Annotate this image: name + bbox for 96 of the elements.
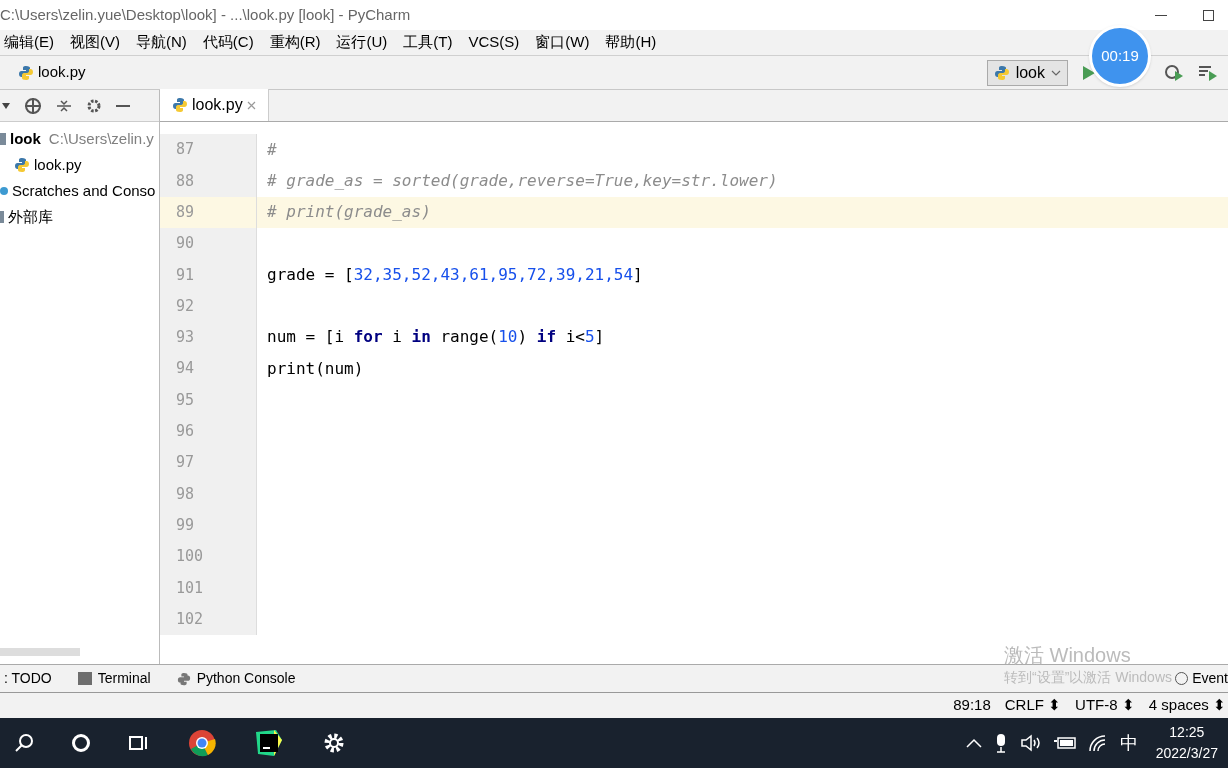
line-number: 92 (176, 295, 195, 317)
tree-item-path: C:\Users\zelin.y (48, 128, 154, 149)
wifi-icon[interactable] (1087, 734, 1108, 752)
code-token: i (391, 326, 403, 349)
line-number: 89 (176, 202, 195, 223)
code-token: ] (633, 263, 643, 286)
clock-time[interactable]: 12:25 (1169, 722, 1205, 743)
input-method-indicator[interactable]: 中 (1119, 729, 1138, 757)
restore-icon[interactable] (1203, 9, 1214, 21)
code-token: # (267, 138, 277, 161)
search-icon[interactable] (14, 733, 34, 753)
code-token: ) (517, 326, 529, 349)
code-token: for (353, 326, 383, 349)
breadcrumb-item[interactable]: look.py (38, 61, 86, 84)
task-view-icon[interactable] (128, 733, 150, 753)
line-number: 99 (176, 514, 195, 536)
status-item[interactable]: UTF-8 ⬍ (1075, 694, 1135, 717)
menu-item[interactable]: 窗口(W) (531, 31, 594, 54)
tree-item[interactable]: look (10, 127, 41, 151)
code-token: i< (564, 326, 585, 349)
line-number: 102 (176, 608, 204, 630)
line-number: 96 (176, 421, 195, 443)
tree-item[interactable]: Scratches and Conso (12, 179, 156, 203)
line-number: 94 (176, 358, 195, 380)
activation-title: 激活 Windows (1004, 643, 1132, 667)
line-number: 91 (176, 264, 195, 286)
line-number: 90 (176, 233, 195, 255)
menu-item[interactable]: 帮助(H) (601, 31, 661, 54)
code-token: num = [i (267, 326, 346, 349)
tree-item[interactable]: 外部库 (8, 205, 53, 229)
run-icon[interactable] (1082, 64, 1096, 81)
scratches-icon (0, 187, 8, 195)
code-token: print(num) (267, 357, 364, 380)
settings-icon[interactable] (86, 97, 102, 114)
pycharm-icon[interactable] (254, 728, 284, 758)
collapse-icon[interactable] (56, 97, 72, 114)
code-token: grade = [ (267, 263, 354, 286)
window-title: C:\Users\zelin.yue\Desktop\look] - ...\look.py [look] - PyCharm (0, 4, 411, 25)
run-list-icon[interactable] (1198, 63, 1218, 82)
status-item[interactable]: 4 spaces ⬍ (1148, 694, 1226, 717)
line-number: 87 (176, 139, 195, 161)
python-file-icon (172, 97, 188, 113)
code-token: in (411, 326, 431, 349)
tool-window-button[interactable]: Terminal (73, 668, 173, 689)
profile-icon[interactable] (1164, 63, 1184, 82)
menu-item[interactable]: 导航(N) (132, 31, 191, 54)
menu-item[interactable]: 编辑(E) (0, 31, 58, 54)
speaker-icon[interactable] (1019, 734, 1042, 752)
chrome-icon[interactable] (188, 729, 216, 757)
chevron-up-icon[interactable] (965, 738, 982, 748)
menu-item[interactable]: VCS(S) (464, 31, 524, 54)
clock-date[interactable]: 2022/3/27 (1155, 743, 1218, 764)
menu-item[interactable]: 工具(T) (399, 31, 457, 54)
hide-icon[interactable] (116, 104, 130, 107)
event-log-button[interactable]: Event (1192, 668, 1228, 689)
code-token: 10 (498, 326, 518, 349)
code-token: 5 (584, 326, 595, 349)
status-item[interactable]: CRLF ⬍ (1004, 694, 1062, 717)
tree-item[interactable]: look.py (34, 153, 82, 177)
close-icon[interactable] (246, 100, 256, 110)
editor-tab[interactable]: look.py (160, 89, 269, 121)
timer-bubble: 00:19 (1089, 25, 1151, 87)
run-config-dropdown[interactable]: look (986, 59, 1068, 86)
line-number: 93 (176, 327, 195, 349)
code-token: if (536, 326, 556, 349)
terminal-icon (77, 672, 92, 685)
code-token: 32,35,52,43,61,95,72,39,21,54 (353, 263, 634, 286)
line-number: 100 (176, 546, 204, 568)
tool-window-button[interactable]: : TODO (0, 668, 74, 689)
menu-item[interactable]: 运行(U) (332, 31, 392, 54)
cortana-icon[interactable] (72, 734, 90, 752)
code-token: # print(grade_as) (267, 201, 431, 224)
python-file-icon (14, 157, 30, 173)
menu-item[interactable]: 重构(R) (265, 31, 325, 54)
status-item[interactable]: 89:18 (953, 694, 991, 717)
caret-icon (1051, 69, 1061, 76)
menu-item[interactable]: 视图(V) (66, 31, 124, 54)
dropdown-icon[interactable] (2, 102, 10, 109)
line-number: 88 (176, 170, 195, 192)
python-file-icon (18, 64, 34, 81)
locate-icon[interactable] (24, 96, 42, 115)
minimize-icon[interactable] (1155, 14, 1167, 16)
line-number: 98 (176, 483, 195, 505)
line-number: 95 (176, 389, 195, 411)
settings-icon[interactable] (322, 731, 346, 755)
python-icon (176, 671, 191, 686)
line-number: 101 (176, 577, 204, 599)
line-number: 97 (176, 452, 195, 474)
scrollbar[interactable] (0, 648, 80, 656)
python-file-icon (993, 64, 1010, 81)
tool-window-button[interactable]: Python Console (172, 668, 318, 689)
code-token: ] (594, 326, 605, 349)
code-token: # grade_as = sorted(grade,reverse=True,key=str.lower) (267, 169, 778, 192)
battery-icon[interactable] (1053, 736, 1076, 750)
code-token: range( (439, 326, 499, 349)
menu-item[interactable]: 代码(C) (198, 31, 258, 54)
